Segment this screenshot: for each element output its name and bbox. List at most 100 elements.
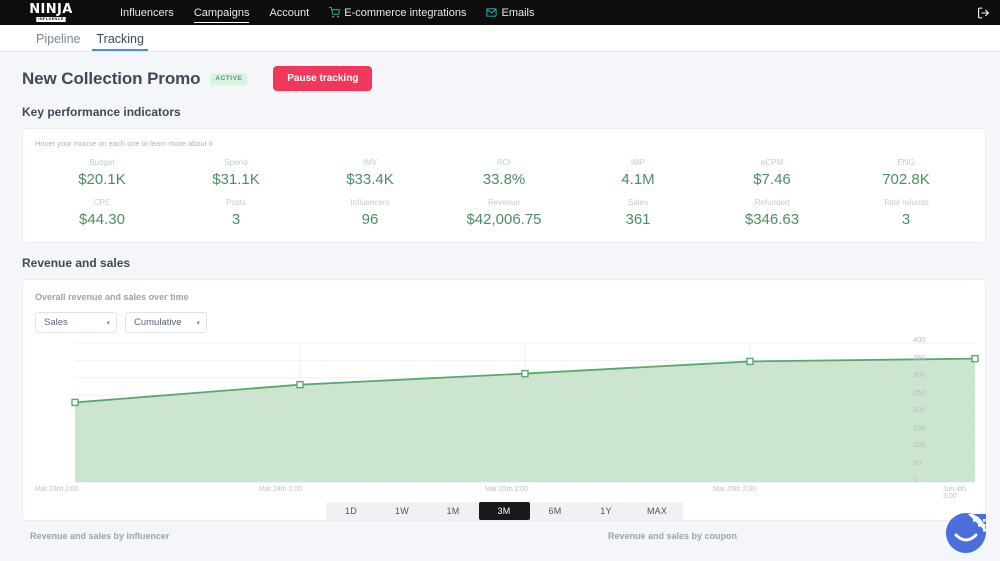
kpi-imv-label: IMV: [362, 158, 378, 167]
data-point-marker[interactable]: [521, 369, 529, 378]
kpi-influencers-value: 96: [361, 211, 379, 228]
kpi-posts-label: Posts: [225, 198, 246, 207]
kpi-card: Hover your mouse on each one to learn mo…: [22, 128, 986, 243]
data-point-marker[interactable]: [296, 381, 304, 389]
chevron-down-icon: ▾: [106, 319, 110, 327]
kpi-imp[interactable]: IMP 4.1M: [571, 158, 705, 188]
kpi-revenue-label: Revenue: [487, 198, 521, 207]
envelope-icon: [486, 7, 498, 18]
y-tick-250: 250: [913, 387, 926, 397]
y-tick-100: 100: [913, 440, 926, 449]
kpi-spend[interactable]: Spend $31.1K: [169, 158, 303, 188]
kpi-cpe[interactable]: CPE $44.30: [35, 198, 169, 228]
chart-subtitle: Overall revenue and sales over time: [35, 292, 189, 302]
revenue-by-influencer-title: Revenue and sales by influencer: [30, 531, 170, 541]
kpi-cpe-label: CPE: [93, 198, 111, 207]
brand-logo[interactable]: NINJA INFLUENCE: [16, 3, 86, 22]
kpi-sales-value: 361: [625, 211, 651, 228]
kpi-total-refunds-value: 3: [901, 211, 911, 228]
y-tick-400: 400: [913, 335, 926, 344]
chart-y-axis: 400 350 300 250 200 150 100 50 0: [913, 335, 939, 484]
nav-item-account[interactable]: Account: [259, 0, 319, 25]
mode-select-value: Cumulative: [134, 317, 182, 328]
kpi-budget[interactable]: Budget $20.1K: [35, 158, 169, 188]
area-chart-svg: [71, 342, 979, 483]
kpi-spend-label: Spend: [224, 158, 248, 167]
status-badge: ACTIVE: [210, 72, 248, 85]
range-button-1y[interactable]: 1Y: [581, 502, 632, 520]
subtab-tracking-label: Tracking: [96, 32, 144, 46]
x-tick-label: Jun 4th 3:00: [943, 486, 966, 500]
revenue-by-coupon-title: Revenue and sales by coupon: [608, 531, 738, 541]
range-button-1w[interactable]: 1W: [377, 502, 428, 520]
kpi-budget-value: $20.1K: [78, 171, 126, 188]
kpi-influencers-label: Influencers: [350, 198, 390, 207]
kpi-eng-value: 702.8K: [882, 171, 930, 188]
logout-icon[interactable]: [977, 6, 990, 19]
kpi-eng-label: ENG: [897, 158, 915, 167]
y-tick-350: 350: [913, 352, 926, 362]
chart-x-axis: Mar 23rd 2:00 Mar 24th 2:00 Mar 25th 2:00 M…: [35, 486, 973, 500]
range-button-max[interactable]: MAX: [632, 502, 683, 520]
range-button-6m[interactable]: 6M: [530, 502, 581, 520]
nav-label-emails: Emails: [501, 6, 535, 19]
bottom-sections: Revenue and sales by influencer Revenue …: [22, 531, 986, 541]
kpi-refunded-value: $346.63: [744, 211, 800, 228]
pause-tracking-button[interactable]: Pause tracking: [273, 66, 373, 91]
subtab-tracking[interactable]: Tracking: [88, 32, 151, 51]
nav-item-influencers[interactable]: Influencers: [110, 0, 184, 25]
kpi-ecpm-value: $7.46: [753, 171, 791, 188]
nav-item-campaigns[interactable]: Campaigns: [184, 0, 260, 25]
kpi-influencers[interactable]: Influencers 96: [303, 198, 437, 228]
kpi-roi-value: 33.8%: [482, 171, 526, 188]
page-title: New Collection Promo: [22, 68, 201, 88]
kpi-ecpm[interactable]: eCPM $7.46: [705, 158, 839, 188]
x-tick-label: Mar 25th 2:00: [485, 486, 529, 493]
chart-controls: Sales ▾ Cumulative ▾: [35, 312, 973, 333]
logo-main-text: NINJA: [29, 2, 73, 18]
campaign-subnav: Pipeline Tracking: [0, 25, 1000, 52]
kpi-revenue-value: $42,006.75: [466, 211, 542, 228]
kpi-revenue[interactable]: Revenue $42,006.75: [437, 198, 571, 228]
nav-item-emails[interactable]: Emails: [476, 0, 544, 25]
nav-label-campaigns: Campaigns: [193, 6, 250, 19]
y-tick-0: 0: [913, 475, 918, 484]
kpi-imv-value: $33.4K: [346, 171, 394, 188]
range-button-1d[interactable]: 1D: [326, 502, 377, 520]
data-point-marker[interactable]: [746, 357, 754, 366]
kpi-imv[interactable]: IMV $33.4K: [303, 158, 437, 188]
page-content: New Collection Promo ACTIVE Pause tracki…: [0, 52, 1000, 541]
primary-nav-links: Influencers Campaigns Account E-commerce…: [110, 0, 545, 25]
data-point-marker[interactable]: [971, 354, 979, 363]
kpi-eng[interactable]: ENG 702.8K: [839, 158, 973, 188]
subtab-pipeline[interactable]: Pipeline: [28, 32, 88, 51]
time-range-selector[interactable]: 1D 1W 1M 3M 6M 1Y MAX: [325, 502, 683, 520]
y-tick-200: 200: [913, 405, 926, 414]
data-point-marker[interactable]: [71, 398, 79, 407]
range-button-3m[interactable]: 3M: [478, 502, 530, 520]
kpi-roi[interactable]: ROI 33.8%: [437, 158, 571, 188]
nav-label-ecommerce-integrations: E-commerce integrations: [344, 6, 467, 19]
metric-select[interactable]: Sales ▾: [35, 312, 117, 333]
kpi-refunded[interactable]: Refunded $346.63: [705, 198, 839, 228]
kpi-total-refunds[interactable]: Total refunds 3: [839, 198, 973, 228]
kpi-imp-value: 4.1M: [621, 171, 655, 188]
x-tick-label: Mar 24th 2:00: [259, 486, 303, 493]
chat-support-button[interactable]: [944, 511, 988, 555]
cart-icon: [329, 7, 341, 18]
kpi-cpe-value: $44.30: [79, 211, 125, 228]
mode-select[interactable]: Cumulative ▾: [125, 312, 207, 333]
nav-item-ecommerce-integrations[interactable]: E-commerce integrations: [319, 0, 476, 25]
range-button-1m[interactable]: 1M: [428, 502, 479, 520]
kpi-sales-label: Sales: [627, 198, 648, 207]
kpi-total-refunds-label: Total refunds: [883, 198, 929, 207]
logo-sub-text: INFLUENCE: [36, 16, 66, 22]
chart-plot-area[interactable]: 400 350 300 250 200 150 100 50 0: [35, 335, 979, 484]
kpi-posts[interactable]: Posts 3: [169, 198, 303, 228]
subtab-pipeline-label: Pipeline: [36, 32, 81, 46]
kpi-sales[interactable]: Sales 361: [571, 198, 705, 228]
kpi-budget-label: Budget: [89, 158, 115, 167]
chat-smiley-icon: [946, 513, 986, 553]
kpi-imp-label: IMP: [630, 158, 646, 167]
kpi-refunded-label: Refunded: [754, 198, 790, 207]
